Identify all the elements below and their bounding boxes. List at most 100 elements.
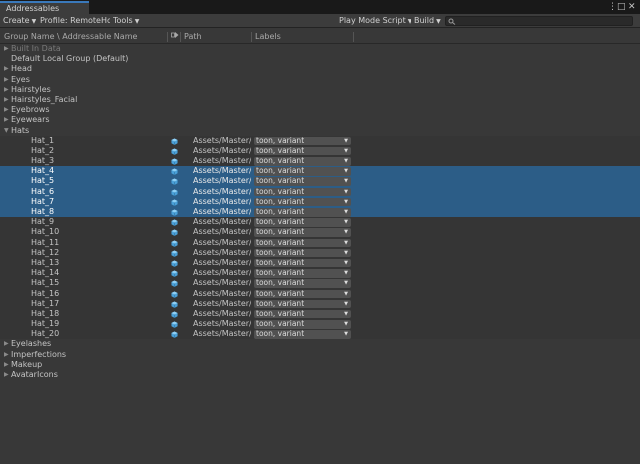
tools-dropdown[interactable]: Tools ▼	[113, 14, 143, 27]
labels-value: toon, variant	[256, 166, 305, 176]
column-name-header[interactable]: Group Name \ Addressable Name	[4, 30, 137, 43]
labels-dropdown[interactable]: toon, variant ▼	[254, 177, 351, 186]
labels-dropdown[interactable]: toon, variant ▼	[254, 309, 351, 319]
labels-dropdown[interactable]: toon, variant ▼	[254, 136, 351, 146]
column-divider[interactable]	[180, 32, 181, 42]
entry-path: Assets/Master/1	[193, 217, 251, 227]
entry-name: Hat_15	[31, 278, 60, 288]
labels-value: toon, variant	[256, 227, 305, 237]
labels-dropdown[interactable]: toon, variant ▼	[254, 156, 351, 166]
labels-dropdown[interactable]: toon, variant ▼	[254, 257, 351, 268]
group-row[interactable]: ▶ Eyebrows	[0, 105, 640, 115]
expanded-arrow-icon[interactable]: ▼	[4, 126, 9, 136]
entry-row[interactable]: Hat_8 Assets/Master/1 toon, variant ▼	[0, 207, 640, 218]
group-row[interactable]: ▶ Eyelashes	[0, 339, 640, 349]
collapsed-arrow-icon[interactable]: ▶	[4, 64, 9, 74]
group-row-hats[interactable]: ▼ Hats	[0, 126, 640, 136]
column-path-header[interactable]: Path	[184, 30, 202, 43]
labels-dropdown[interactable]: toon, variant ▼	[254, 237, 351, 248]
labels-dropdown[interactable]: toon, variant ▼	[254, 217, 351, 227]
entry-row[interactable]: Hat_18 Assets/Master/1 toon, variant ▼	[0, 309, 640, 319]
close-icon[interactable]: ✕	[628, 1, 636, 13]
labels-dropdown[interactable]: toon, variant ▼	[254, 319, 351, 329]
column-divider[interactable]	[167, 32, 168, 42]
profile-dropdown[interactable]: Profile: RemoteHc▼	[40, 14, 110, 27]
entry-row[interactable]: Hat_6 Assets/Master/1 toon, variant ▼	[0, 186, 640, 197]
build-dropdown[interactable]: Build ▼	[414, 14, 442, 27]
column-labels-header[interactable]: Labels	[255, 30, 281, 43]
labels-value: toon, variant	[256, 247, 305, 257]
labels-value: toon, variant	[256, 257, 305, 267]
collapsed-arrow-icon[interactable]: ▶	[4, 95, 9, 105]
tab-addressables-groups[interactable]: Addressables Groups	[0, 1, 89, 24]
collapsed-arrow-icon[interactable]: ▶	[4, 44, 9, 54]
create-dropdown[interactable]: Create ▼	[3, 14, 36, 27]
entry-row[interactable]: Hat_4 Assets/Master/1 toon, variant ▼	[0, 166, 640, 177]
entry-row[interactable]: Hat_14 Assets/Master/1 toon, variant ▼	[0, 268, 640, 278]
entry-row[interactable]: Hat_11 Assets/Master/1 toon, variant ▼	[0, 238, 640, 248]
labels-dropdown[interactable]: toon, variant ▼	[254, 268, 351, 278]
chevron-down-icon: ▼	[344, 168, 348, 175]
entry-row[interactable]: Hat_12 Assets/Master/1 toon, variant ▼	[0, 248, 640, 258]
group-row[interactable]: ▶ Head	[0, 64, 640, 74]
entry-row[interactable]: Hat_13 Assets/Master/1 toon, variant ▼	[0, 258, 640, 268]
chevron-down-icon: ▼	[31, 18, 36, 25]
column-divider[interactable]	[251, 32, 252, 42]
entry-row[interactable]: Hat_3 Assets/Master/1 toon, variant ▼	[0, 156, 640, 166]
entry-row[interactable]: Hat_19 Assets/Master/1 toon, variant ▼	[0, 319, 640, 329]
collapsed-arrow-icon[interactable]: ▶	[4, 370, 9, 380]
collapsed-arrow-icon[interactable]: ▶	[4, 350, 9, 360]
labels-value: toon, variant	[256, 196, 305, 206]
group-row[interactable]: ▶ Eyes	[0, 75, 640, 85]
column-divider[interactable]	[353, 32, 354, 42]
group-row[interactable]: ▶ Makeup	[0, 360, 640, 370]
entry-row[interactable]: Hat_16 Assets/Master/1 toon, variant ▼	[0, 289, 640, 299]
entry-row[interactable]: Hat_20 Assets/Master/1 toon, variant ▼	[0, 329, 640, 339]
labels-value: toon, variant	[256, 207, 305, 216]
collapsed-arrow-icon[interactable]: ▶	[4, 339, 9, 349]
collapsed-arrow-icon[interactable]: ▶	[4, 85, 9, 95]
prefab-icon	[171, 199, 178, 206]
group-name: Hats	[11, 125, 30, 135]
group-row[interactable]: ▶ Built In Data	[0, 44, 640, 54]
labels-dropdown[interactable]: toon, variant ▼	[254, 207, 351, 217]
labels-dropdown[interactable]: toon, variant ▼	[254, 228, 351, 237]
labels-value: toon, variant	[256, 237, 305, 247]
entry-row[interactable]: Hat_9 Assets/Master/1 toon, variant ▼	[0, 217, 640, 227]
search-input[interactable]	[445, 16, 633, 26]
entry-row[interactable]: Hat_10 Assets/Master/1 toon, variant ▼	[0, 227, 640, 237]
entry-row[interactable]: Hat_5 Assets/Master/1 toon, variant ▼	[0, 176, 640, 187]
labels-dropdown[interactable]: toon, variant ▼	[254, 299, 351, 309]
group-name: Eyes	[11, 74, 30, 84]
labels-dropdown[interactable]: toon, variant ▼	[254, 196, 351, 207]
collapsed-arrow-icon[interactable]: ▶	[4, 105, 9, 115]
collapsed-arrow-icon[interactable]: ▶	[4, 360, 9, 370]
entry-row[interactable]: Hat_2 Assets/Master/1 toon, variant ▼	[0, 146, 640, 156]
play-mode-script-dropdown[interactable]: Play Mode Script ▼	[339, 14, 411, 27]
entry-row[interactable]: Hat_7 Assets/Master/1 toon, variant ▼	[0, 196, 640, 207]
asset-type-icon[interactable]	[171, 30, 179, 43]
entry-name: Hat_5	[31, 176, 55, 186]
group-row[interactable]: ▶ Eyewears	[0, 115, 640, 125]
entry-row[interactable]: Hat_17 Assets/Master/1 toon, variant ▼	[0, 299, 640, 309]
group-row[interactable]: Default Local Group (Default)	[0, 54, 640, 64]
collapsed-arrow-icon[interactable]: ▶	[4, 75, 9, 85]
labels-dropdown[interactable]: toon, variant ▼	[254, 289, 351, 298]
labels-dropdown[interactable]: toon, variant ▼	[254, 187, 351, 197]
entry-row[interactable]: Hat_15 Assets/Master/1 toon, variant ▼	[0, 278, 640, 288]
group-row[interactable]: ▶ Imperfections	[0, 350, 640, 360]
entry-row[interactable]: Hat_1 Assets/Master/1 toon, variant ▼	[0, 136, 640, 146]
labels-dropdown[interactable]: toon, variant ▼	[254, 247, 351, 258]
labels-dropdown[interactable]: toon, variant ▼	[254, 146, 351, 156]
collapsed-arrow-icon[interactable]: ▶	[4, 115, 9, 125]
labels-dropdown[interactable]: toon, variant ▼	[254, 279, 351, 288]
kebab-menu-icon[interactable]: ⋮	[608, 1, 617, 13]
labels-dropdown[interactable]: toon, variant ▼	[254, 330, 351, 339]
group-row[interactable]: ▶ Hairstyles	[0, 85, 640, 95]
group-row[interactable]: ▶ Hairstyles_Facial	[0, 95, 640, 105]
prefab-icon	[171, 290, 178, 298]
play-mode-label: Play Mode Script	[339, 16, 406, 25]
group-row[interactable]: ▶ AvatarIcons	[0, 370, 640, 380]
labels-dropdown[interactable]: toon, variant ▼	[254, 167, 351, 176]
maximize-icon[interactable]: □	[617, 1, 626, 13]
